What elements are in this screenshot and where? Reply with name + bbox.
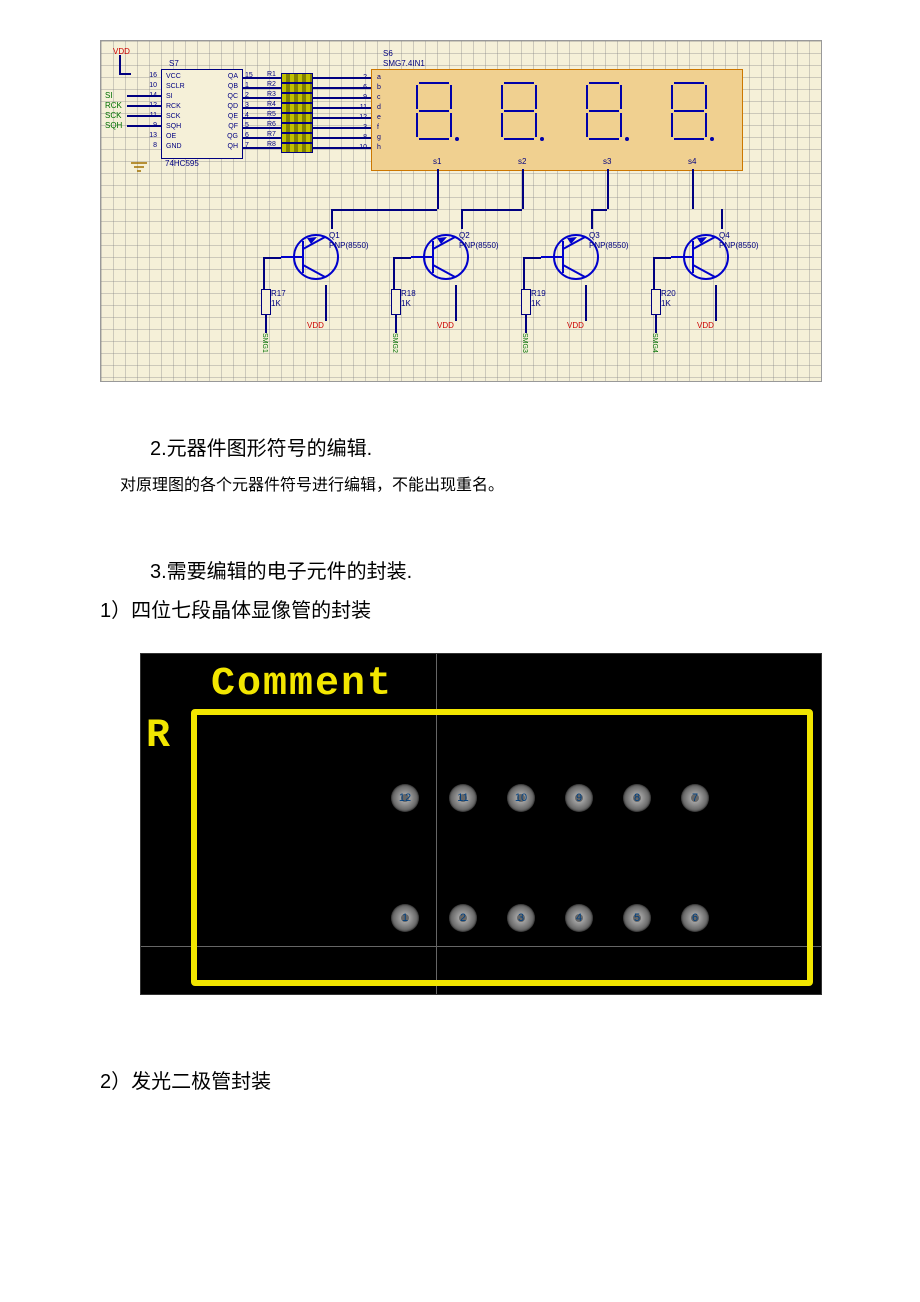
- ic-74hc595: VCCSCLRSIRCKSCKSQHOEGND QAQBQCQDQEQFQGQH: [161, 69, 243, 159]
- vdd-2: VDD: [567, 321, 584, 330]
- gnd-symbol: [131, 161, 147, 180]
- footprint-outline: [191, 709, 813, 986]
- vdd-label: VDD: [113, 47, 130, 56]
- net-SCK: SCK: [105, 111, 121, 120]
- resistor-R20: [651, 289, 661, 315]
- section-3-title: 3.需要编辑的电子元件的封装.: [150, 555, 820, 584]
- resistor-R3: [281, 93, 313, 103]
- resistor-R1: [281, 73, 313, 83]
- pad-4: 4: [565, 904, 593, 932]
- footprint-designator: R: [146, 714, 170, 759]
- footprint-comment-text: Comment: [211, 662, 393, 707]
- digit-1: [411, 77, 461, 147]
- resistor-R8: [281, 143, 313, 153]
- resistor-R17: [261, 289, 271, 315]
- resistor-R2: [281, 83, 313, 93]
- net-SMG4: SMG4: [651, 333, 658, 353]
- net-SI: SI: [105, 91, 113, 100]
- net-SMG2: SMG2: [391, 333, 398, 353]
- subsection-1-title: 1）四位七段晶体显像管的封装: [100, 594, 820, 623]
- pad-10: 10: [507, 784, 535, 812]
- section-2-body: 对原理图的各个元器件符号进行编辑，不能出现重名。: [120, 471, 820, 495]
- digit-2: [496, 77, 546, 147]
- pcb-footprint-7seg: Comment R 121110987 123456: [140, 653, 822, 995]
- subsection-2-title: 2）发光二极管封装: [100, 1065, 820, 1094]
- vdd-1: VDD: [437, 321, 454, 330]
- resistor-R19: [521, 289, 531, 315]
- resistor-R18: [391, 289, 401, 315]
- section-2-title: 2.元器件图形符号的编辑.: [150, 432, 820, 461]
- display-type: SMG7.4IN1: [383, 59, 425, 68]
- pad-7: 7: [681, 784, 709, 812]
- vdd-0: VDD: [307, 321, 324, 330]
- pad-1: 1: [391, 904, 419, 932]
- pad-5: 5: [623, 904, 651, 932]
- ic-type: 74HC595: [165, 159, 199, 168]
- digit-4: [666, 77, 716, 147]
- ic-ref: S7: [169, 59, 179, 68]
- net-SMG1: SMG1: [261, 333, 268, 353]
- resistor-R4: [281, 103, 313, 113]
- vdd-3: VDD: [697, 321, 714, 330]
- net-RCK: RCK: [105, 101, 122, 110]
- pad-12: 12: [391, 784, 419, 812]
- resistor-R5: [281, 113, 313, 123]
- pad-2: 2: [449, 904, 477, 932]
- digit-3: [581, 77, 631, 147]
- pad-3: 3: [507, 904, 535, 932]
- pad-6: 6: [681, 904, 709, 932]
- net-SQH: SQH: [105, 121, 122, 130]
- display-ref: S6: [383, 49, 393, 58]
- resistor-R7: [281, 133, 313, 143]
- resistor-R6: [281, 123, 313, 133]
- pad-9: 9: [565, 784, 593, 812]
- schematic-circuit-diagram: VDD S7 VCCSCLRSIRCKSCKSQHOEGND QAQBQCQDQ…: [100, 40, 822, 382]
- pad-8: 8: [623, 784, 651, 812]
- net-SMG3: SMG3: [521, 333, 528, 353]
- pad-11: 11: [449, 784, 477, 812]
